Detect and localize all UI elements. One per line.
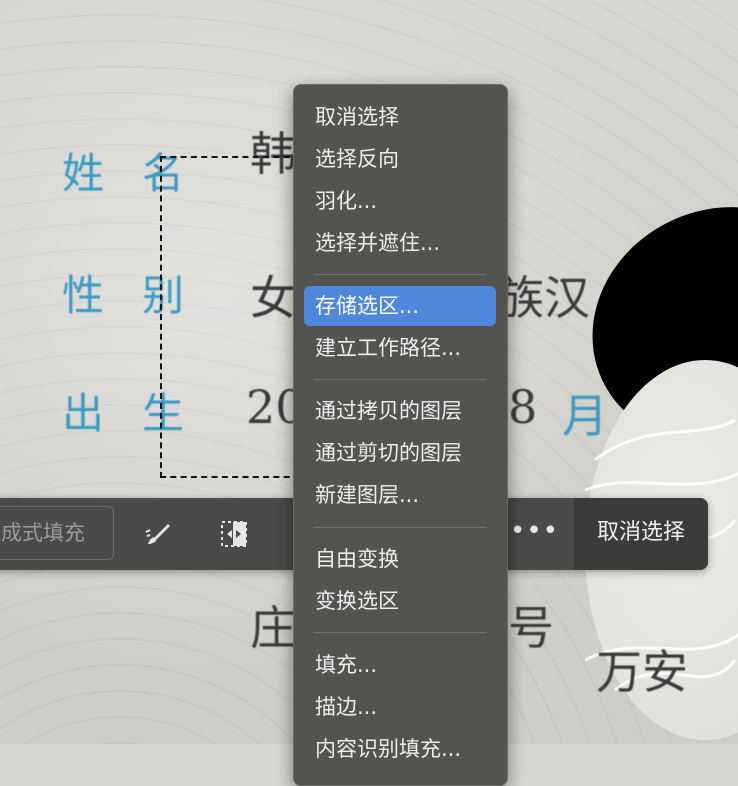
select-subject-icon[interactable] — [216, 516, 252, 552]
generative-fill-button[interactable]: 成式填充 — [0, 506, 114, 560]
more-options-button[interactable]: ••• — [510, 516, 558, 552]
menu-separator — [314, 527, 486, 528]
menu-item-make-work-path[interactable]: 建立工作路径... — [304, 328, 496, 368]
brush-icon[interactable] — [140, 516, 176, 552]
menu-item-stroke[interactable]: 描边... — [304, 687, 496, 727]
menu-item-new-layer[interactable]: 新建图层... — [304, 475, 496, 515]
menu-item-feather[interactable]: 羽化... — [304, 181, 496, 221]
menu-item-save-selection[interactable]: 存储选区... — [304, 286, 496, 326]
menu-item-free-transform[interactable]: 自由变换 — [304, 539, 496, 579]
selection-context-menu: 取消选择 选择反向 羽化... 选择并遮住... 存储选区... 建立工作路径.… — [293, 84, 508, 786]
doc-value-address-right: 万安 — [596, 645, 688, 699]
deselect-button[interactable]: 取消选择 — [574, 498, 708, 570]
doc-value-address: 庄 — [250, 601, 296, 655]
menu-item-select-and-mask[interactable]: 选择并遮住... — [304, 223, 496, 263]
menu-item-layer-via-cut[interactable]: 通过剪切的图层 — [304, 433, 496, 473]
menu-item-deselect[interactable]: 取消选择 — [304, 97, 496, 137]
menu-item-content-aware-fill[interactable]: 内容识别填充... — [304, 729, 496, 769]
menu-separator — [314, 379, 486, 380]
menu-item-select-inverse[interactable]: 选择反向 — [304, 139, 496, 179]
menu-separator — [314, 274, 486, 275]
menu-item-layer-via-copy[interactable]: 通过拷贝的图层 — [304, 391, 496, 431]
doc-value-address-mid: 号 — [508, 601, 554, 655]
menu-item-transform-selection[interactable]: 变换选区 — [304, 581, 496, 621]
menu-separator — [314, 632, 486, 633]
marquee-selection[interactable] — [160, 156, 300, 478]
doc-value-ethnic: 族汉 — [498, 271, 590, 325]
menu-item-fill[interactable]: 填充... — [304, 645, 496, 685]
doc-value-birth-month: 8 — [508, 380, 538, 434]
